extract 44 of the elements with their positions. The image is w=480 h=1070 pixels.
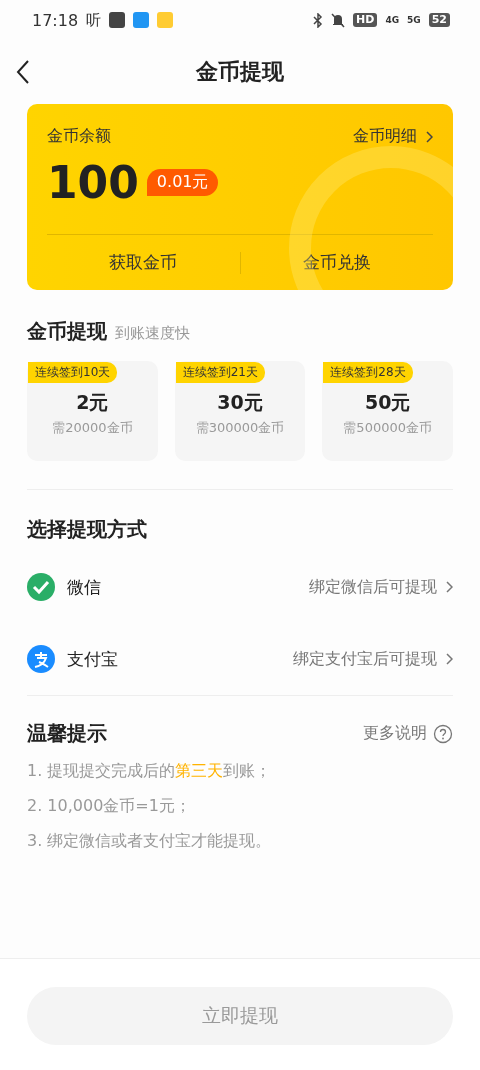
method-name: 微信	[67, 575, 101, 599]
network-indicator: 4G	[385, 15, 400, 25]
streak-tag: 连续签到21天	[175, 362, 265, 383]
hd-indicator: HD	[353, 13, 378, 27]
option-cost: 需300000金币	[195, 419, 285, 437]
tip-text: 2. 10,000金币=1元；	[27, 796, 191, 817]
section-title: 选择提现方式	[27, 516, 148, 543]
section-title: 温馨提示	[27, 720, 107, 747]
card-action-button[interactable]: 获取金币	[47, 250, 240, 275]
mute-bell-icon	[331, 12, 346, 28]
section-subtitle: 到账速度快	[115, 324, 190, 343]
network-indicator: 5G	[407, 15, 421, 25]
withdraw-option[interactable]: 连续签到10天 2元 需20000金币	[27, 361, 158, 461]
page-title: 金币提现	[196, 58, 284, 86]
option-cost: 需500000金币	[343, 419, 432, 437]
withdraw-option[interactable]: 连续签到28天 50元 需500000金币	[322, 361, 453, 461]
card-action-button[interactable]: 金币兑换	[240, 250, 433, 275]
option-cost: 需20000金币	[52, 419, 133, 437]
coin-details-link[interactable]: 金币明细	[353, 126, 433, 147]
tip-text: 3. 绑定微信或者支付宝才能提现。	[27, 831, 272, 852]
chevron-right-icon	[425, 130, 433, 143]
chevron-right-icon	[445, 653, 453, 665]
coin-balance: 100	[47, 157, 139, 208]
app-glyph: 听	[86, 10, 102, 30]
battery-indicator: 52	[428, 13, 450, 27]
streak-tag: 连续签到28天	[323, 362, 413, 383]
bluetooth-icon	[313, 12, 324, 28]
bind-link[interactable]: 绑定微信后可提现	[309, 576, 453, 598]
option-amount: 50元	[364, 390, 411, 415]
method-name: 支付宝	[67, 647, 118, 671]
option-amount: 2元	[76, 390, 109, 415]
more-info-link[interactable]: 更多说明	[363, 723, 453, 744]
chevron-right-icon	[445, 581, 453, 593]
option-amount: 30元	[217, 390, 263, 415]
section-title: 金币提现	[27, 318, 107, 345]
balance-label: 金币余额	[47, 126, 111, 147]
alipay-icon	[27, 645, 55, 673]
help-icon	[433, 723, 453, 744]
bind-link[interactable]: 绑定支付宝后可提现	[293, 648, 453, 670]
status-time: 17:18	[32, 10, 79, 30]
withdraw-option[interactable]: 连续签到21天 30元 需300000金币	[174, 361, 306, 461]
tip-text: 1. 提现提交完成后的第三天到账；	[27, 761, 272, 782]
cash-value-badge: 0.01元	[146, 169, 219, 196]
streak-tag: 连续签到10天	[28, 362, 118, 383]
